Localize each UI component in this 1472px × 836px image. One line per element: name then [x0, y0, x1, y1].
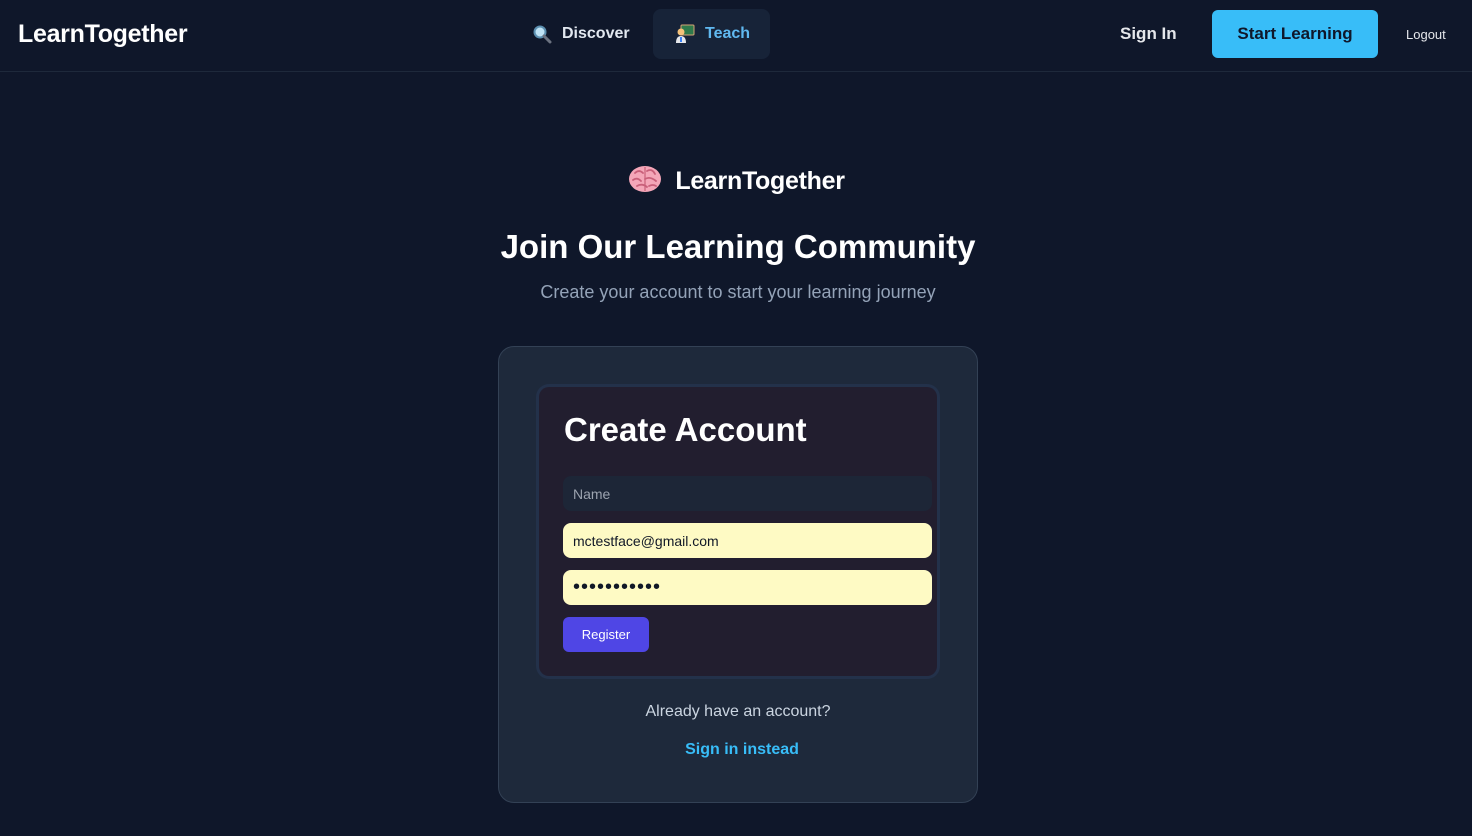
nav-teach-label: Teach: [705, 25, 751, 42]
brain-icon: [627, 163, 663, 200]
signup-card: Create Account Register Already have an …: [498, 346, 978, 803]
nav-discover[interactable]: Discover: [516, 9, 641, 59]
brand-logo[interactable]: LearnTogether: [18, 20, 188, 49]
page-subtitle: Create your account to start your learni…: [540, 282, 936, 302]
name-input[interactable]: [563, 476, 932, 511]
page-title: Join Our Learning Community: [500, 228, 976, 265]
logout-link[interactable]: Logout: [1406, 27, 1446, 42]
hero-brand: LearnTogether: [0, 163, 1472, 200]
sign-in-link[interactable]: Sign In: [1120, 24, 1177, 44]
already-account-text: Already have an account?: [645, 703, 831, 720]
nav-teach[interactable]: Teach: [653, 9, 770, 59]
start-learning-button[interactable]: Start Learning: [1212, 10, 1378, 58]
email-input[interactable]: [563, 523, 932, 558]
create-account-form: Create Account Register: [539, 387, 937, 676]
magnifier-icon: [532, 24, 552, 44]
teacher-icon: [675, 24, 695, 44]
password-input[interactable]: [563, 570, 932, 605]
form-title: Create Account: [564, 411, 807, 448]
top-navbar: LearnTogether Discover Teach Sign In Sta…: [0, 0, 1472, 72]
sign-in-instead-link[interactable]: Sign in instead: [499, 741, 985, 759]
hero-brand-name: LearnTogether: [675, 167, 845, 195]
register-button[interactable]: Register: [563, 617, 649, 652]
nav-discover-label: Discover: [562, 25, 630, 42]
